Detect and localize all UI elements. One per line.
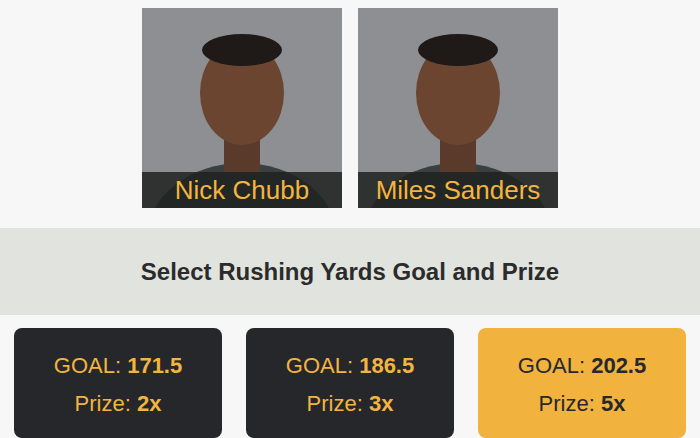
prize-line: Prize: 2x bbox=[14, 392, 222, 416]
player-photo: Miles Sanders bbox=[358, 8, 558, 208]
prize-line: Prize: 3x bbox=[246, 392, 454, 416]
player-photo: Nick Chubb bbox=[142, 8, 342, 208]
options-row: GOAL: 171.5 Prize: 2x GOAL: 186.5 Prize: 3x… bbox=[0, 315, 700, 438]
goal-line: GOAL: 202.5 bbox=[478, 354, 686, 378]
goal-value: 202.5 bbox=[591, 353, 646, 378]
section-header: Select Rushing Yards Goal and Prize bbox=[0, 228, 700, 315]
prize-line: Prize: 5x bbox=[478, 392, 686, 416]
player-name: Nick Chubb bbox=[142, 172, 342, 208]
goal-option[interactable]: GOAL: 186.5 Prize: 3x bbox=[246, 328, 454, 438]
goal-value: 186.5 bbox=[359, 353, 414, 378]
goal-label: GOAL: bbox=[518, 353, 585, 378]
prize-label: Prize: bbox=[75, 391, 131, 416]
prize-value: 2x bbox=[137, 391, 161, 416]
section-title: Select Rushing Yards Goal and Prize bbox=[141, 254, 559, 290]
goal-value: 171.5 bbox=[127, 353, 182, 378]
prize-label: Prize: bbox=[539, 391, 595, 416]
goal-label: GOAL: bbox=[286, 353, 353, 378]
prize-label: Prize: bbox=[307, 391, 363, 416]
goal-line: GOAL: 186.5 bbox=[246, 354, 454, 378]
prize-value: 3x bbox=[369, 391, 393, 416]
players-row: Nick Chubb Miles Sanders bbox=[0, 0, 700, 228]
player-name: Miles Sanders bbox=[358, 172, 558, 208]
goal-option[interactable]: GOAL: 202.5 Prize: 5x bbox=[478, 328, 686, 438]
prize-value: 5x bbox=[601, 391, 625, 416]
goal-label: GOAL: bbox=[54, 353, 121, 378]
goal-option[interactable]: GOAL: 171.5 Prize: 2x bbox=[14, 328, 222, 438]
goal-line: GOAL: 171.5 bbox=[14, 354, 222, 378]
